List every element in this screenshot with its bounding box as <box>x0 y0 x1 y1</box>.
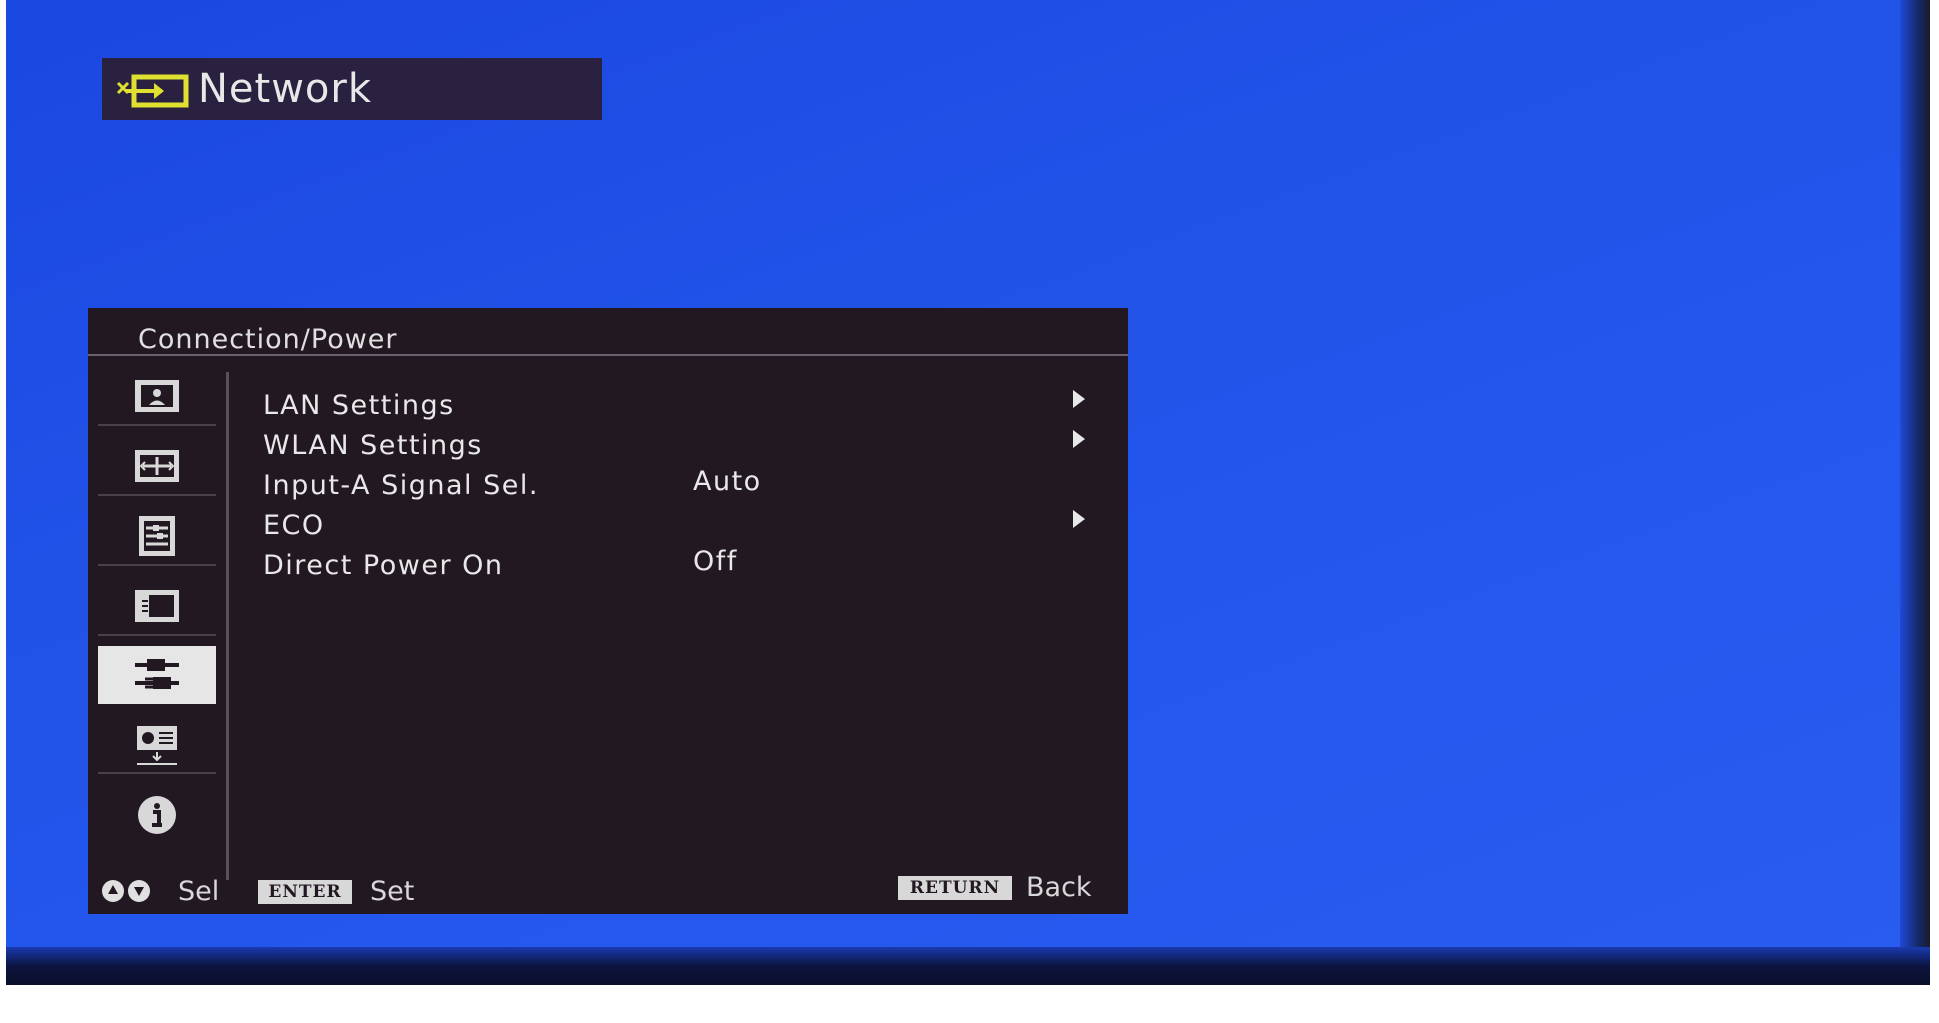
menu-item-direct-power-on[interactable]: Direct Power On Off <box>263 546 1093 588</box>
back-label: Back <box>1026 872 1092 903</box>
menu-item-value: Off <box>693 546 738 577</box>
menu-item-input-a-signal[interactable]: Input-A Signal Sel. Auto <box>263 466 1093 508</box>
down-arrow-icon <box>128 880 150 902</box>
submenu-arrow-icon <box>1073 510 1085 528</box>
sidebar-divider <box>226 372 229 880</box>
sidebar-item-screen[interactable] <box>98 438 216 496</box>
set-label: Set <box>370 876 415 907</box>
screen-bottom-edge <box>6 947 1930 985</box>
connection-power-icon <box>135 659 179 689</box>
enter-key-badge: ENTER <box>258 880 352 904</box>
menu-item-label: Input-A Signal Sel. <box>263 470 539 501</box>
submenu-arrow-icon <box>1073 390 1085 408</box>
category-sidebar <box>98 368 216 858</box>
up-arrow-icon <box>102 880 124 902</box>
operation-icon <box>135 590 179 622</box>
function-icon <box>139 516 175 556</box>
projector-screen: Network Connection/Power LAN Settings WL… <box>6 0 1930 985</box>
menu-item-label: LAN Settings <box>263 390 455 421</box>
information-icon <box>138 796 176 834</box>
sidebar-item-function[interactable] <box>98 508 216 566</box>
key-guide-footer: Sel ENTER Set RETURN Back <box>88 870 1128 914</box>
menu-item-label: Direct Power On <box>263 550 504 581</box>
return-key-badge: RETURN <box>898 876 1012 900</box>
sidebar-item-information[interactable] <box>98 786 216 844</box>
sidebar-item-connection-power[interactable] <box>98 646 216 704</box>
installation-icon <box>137 726 177 765</box>
menu-item-value: Auto <box>693 466 762 497</box>
menu-item-wlan-settings[interactable]: WLAN Settings <box>263 430 1093 468</box>
menu-item-label: WLAN Settings <box>263 430 483 461</box>
up-down-keys <box>102 880 150 902</box>
submenu-arrow-icon <box>1073 430 1085 448</box>
screen-edge-right <box>1900 0 1930 985</box>
screen-icon <box>135 450 179 482</box>
bottom-border <box>0 985 1939 1023</box>
sel-label: Sel <box>178 876 220 907</box>
picture-icon <box>135 380 179 412</box>
input-header: Network <box>102 58 602 120</box>
sidebar-item-installation[interactable] <box>98 716 216 774</box>
network-input-icon <box>112 69 194 109</box>
sidebar-item-picture[interactable] <box>98 368 216 426</box>
menu-item-lan-settings[interactable]: LAN Settings <box>263 390 1093 428</box>
sidebar-item-operation[interactable] <box>98 578 216 636</box>
panel-title: Connection/Power <box>138 324 398 355</box>
menu-item-eco[interactable]: ECO <box>263 510 1093 548</box>
panel-header: Connection/Power <box>88 308 1128 356</box>
header-title: Network <box>198 66 373 112</box>
settings-menu-panel: Connection/Power LAN Settings WLAN Setti… <box>88 308 1128 914</box>
menu-item-label: ECO <box>263 510 325 541</box>
